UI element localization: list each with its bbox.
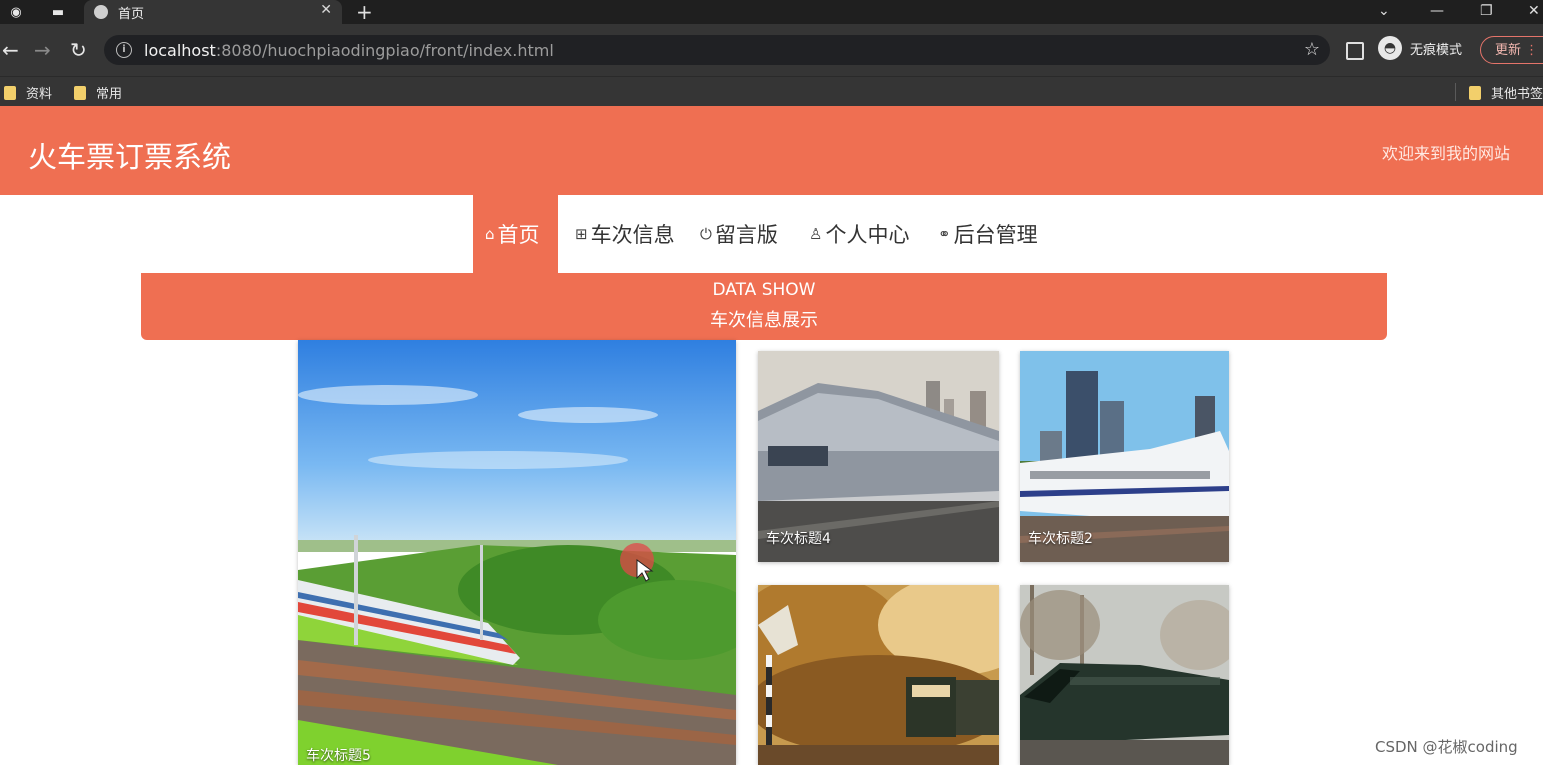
other-bookmarks-label: 其他书签 bbox=[1491, 87, 1543, 102]
nav-item-train-info[interactable]: ⊞ 车次信息 bbox=[575, 195, 675, 273]
bookmark-star-icon[interactable]: ☆ bbox=[1304, 39, 1320, 60]
tab-search-icon[interactable]: ⌄ bbox=[1378, 0, 1390, 24]
welcome-text: 欢迎来到我的网站 bbox=[1381, 144, 1510, 163]
card-caption: 车次标题4 bbox=[766, 531, 831, 547]
update-label: 更新 bbox=[1495, 43, 1522, 58]
close-window-button[interactable]: ✕ bbox=[1528, 0, 1540, 24]
nav-item-personal-center[interactable]: ♙ 个人中心 bbox=[809, 195, 909, 273]
train-photo bbox=[1020, 585, 1229, 765]
reload-icon[interactable]: ↻ bbox=[70, 38, 87, 62]
browser-globe-icon[interactable]: ◉ bbox=[6, 2, 26, 22]
restore-button[interactable]: ❐ bbox=[1480, 0, 1493, 24]
globe-icon bbox=[94, 5, 108, 19]
nav-label: 首页 bbox=[497, 223, 540, 247]
tab-title: 首页 bbox=[118, 6, 145, 22]
card-caption: 车次标题2 bbox=[1028, 531, 1093, 547]
train-photo bbox=[758, 585, 999, 765]
site-info-icon[interactable]: i bbox=[116, 42, 132, 58]
folder-icon bbox=[74, 85, 86, 100]
mouse-cursor bbox=[620, 543, 660, 587]
power-icon: ⏻ bbox=[700, 225, 712, 243]
address-bar[interactable]: i localhost:8080/huochpiaodingpiao/front… bbox=[104, 35, 1330, 65]
data-show-title-en: DATA SHOW bbox=[712, 280, 816, 300]
url-host: localhost bbox=[144, 40, 216, 60]
tab-overview-icon[interactable]: ▬ bbox=[48, 2, 68, 22]
nav-item-admin[interactable]: ⚭ 后台管理 bbox=[938, 195, 1038, 273]
link-icon: ⚭ bbox=[938, 225, 951, 243]
train-card-large[interactable]: 车次标题5 bbox=[298, 340, 736, 765]
incognito-label: 无痕模式 bbox=[1410, 42, 1463, 58]
incognito-indicator[interactable]: ◓ 无痕模式 bbox=[1378, 36, 1462, 60]
train-card[interactable] bbox=[758, 585, 999, 765]
site-header: 火车票订票系统 欢迎来到我的网站 bbox=[0, 106, 1543, 195]
train-card[interactable]: 车次标题4 bbox=[758, 351, 999, 562]
url-path: :8080/huochpiaodingpiao/front/index.html bbox=[215, 40, 554, 60]
train-photo bbox=[298, 340, 736, 765]
forward-icon[interactable]: → bbox=[34, 38, 51, 62]
bookmark-label: 资料 bbox=[26, 87, 53, 102]
card-caption: 车次标题5 bbox=[306, 748, 371, 764]
browser-tab[interactable]: 首页 ✕ bbox=[84, 0, 342, 24]
nav-label: 车次信息 bbox=[590, 223, 675, 247]
side-panel-icon[interactable] bbox=[1346, 42, 1364, 60]
other-bookmarks[interactable]: 其他书签 bbox=[1469, 83, 1543, 102]
back-icon[interactable]: ← bbox=[2, 38, 19, 62]
browser-toolbar: ← → ↻ i localhost:8080/huochpiaodingpiao… bbox=[0, 24, 1543, 76]
folder-icon bbox=[4, 85, 16, 100]
nav-label: 后台管理 bbox=[953, 223, 1038, 247]
main-nav: ⌂ 首页 ⊞ 车次信息 ⏻ 留言版 ♙ 个人中心 ⚭ 后台管理 bbox=[0, 195, 1543, 273]
train-icon: ⊞ bbox=[575, 225, 588, 243]
close-tab-icon[interactable]: ✕ bbox=[320, 2, 332, 18]
data-show-title-cn: 车次信息展示 bbox=[710, 310, 818, 331]
incognito-icon: ◓ bbox=[1378, 36, 1402, 60]
new-tab-button[interactable]: + bbox=[356, 0, 373, 24]
bookmark-folder-1[interactable]: 资料 bbox=[4, 83, 52, 102]
cursor-icon bbox=[620, 543, 654, 582]
bookmarks-bar: 资料 常用 其他书签 bbox=[0, 76, 1543, 107]
bookmark-folder-2[interactable]: 常用 bbox=[74, 83, 122, 102]
nav-item-home[interactable]: ⌂ 首页 bbox=[473, 195, 558, 273]
bookmark-label: 常用 bbox=[96, 87, 123, 102]
browser-tab-strip: ◉ ▬ 首页 ✕ + ⌄ — ❐ ✕ bbox=[0, 0, 1543, 24]
bookmarks-divider bbox=[1455, 83, 1456, 101]
watermark: CSDN @花椒coding bbox=[1375, 738, 1518, 756]
site-title: 火车票订票系统 bbox=[28, 140, 232, 174]
user-icon: ♙ bbox=[809, 225, 823, 243]
home-icon: ⌂ bbox=[485, 225, 495, 243]
minimize-button[interactable]: — bbox=[1430, 0, 1444, 24]
update-button[interactable]: 更新 ⋮ bbox=[1480, 36, 1543, 64]
data-show-banner: DATA SHOW 车次信息展示 bbox=[141, 273, 1387, 340]
train-card[interactable]: 车次标题2 bbox=[1020, 351, 1229, 562]
folder-icon bbox=[1469, 85, 1481, 100]
train-card[interactable] bbox=[1020, 585, 1229, 765]
nav-item-message-board[interactable]: ⏻ 留言版 bbox=[700, 195, 778, 273]
nav-label: 个人中心 bbox=[825, 223, 910, 247]
nav-label: 留言版 bbox=[714, 223, 778, 247]
